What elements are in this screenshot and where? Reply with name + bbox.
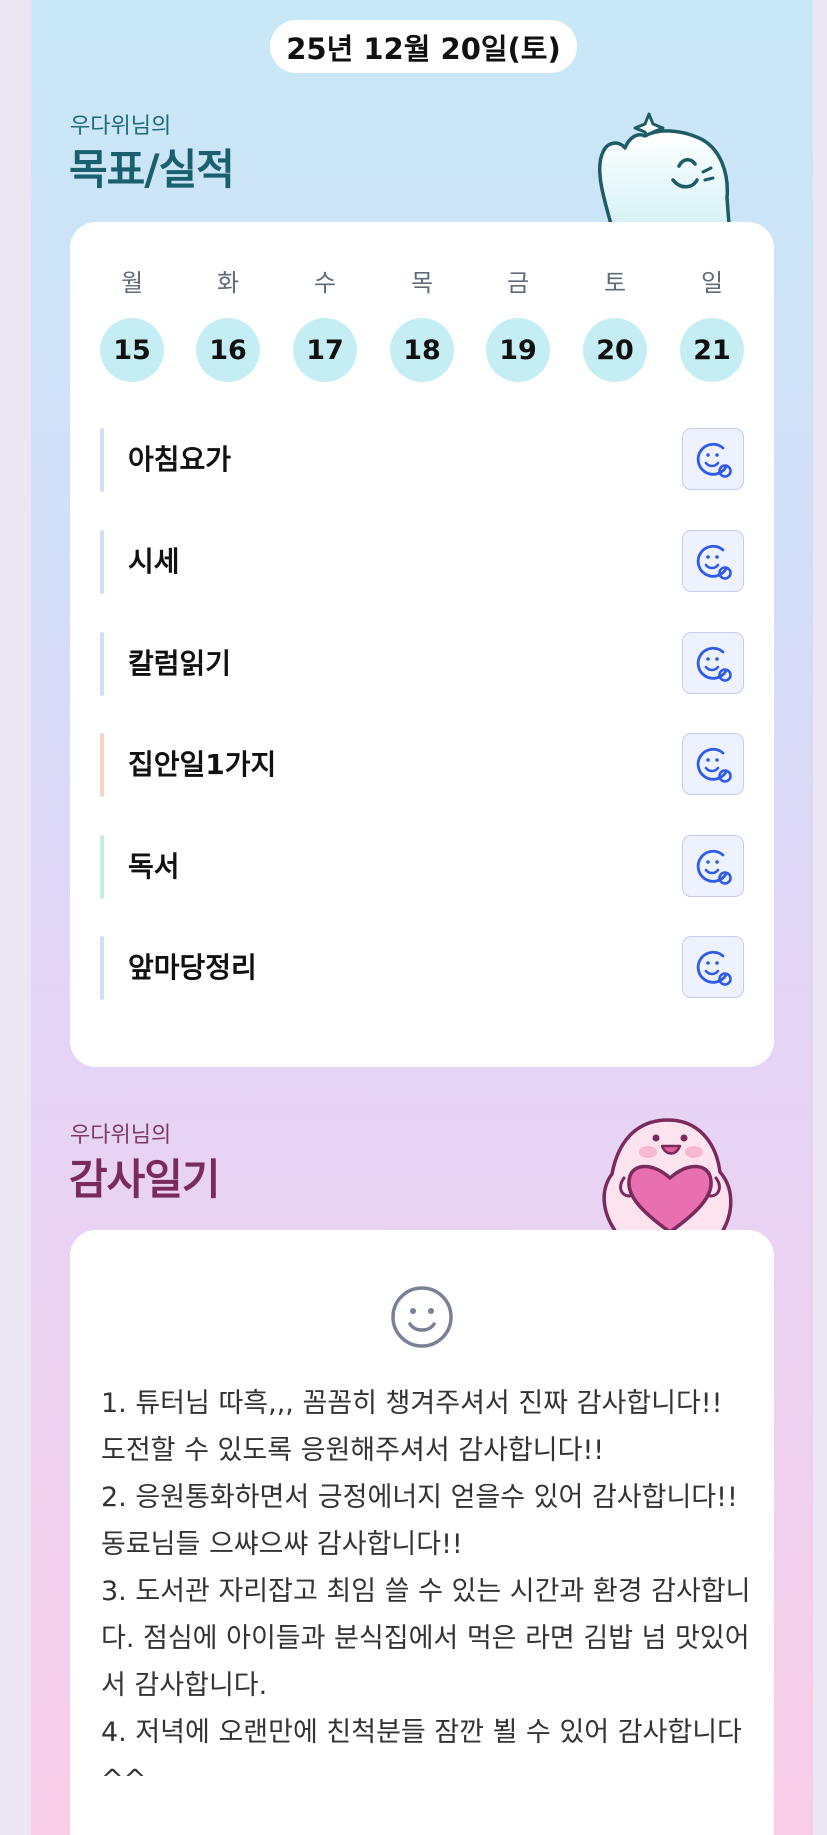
goal-check-button[interactable] xyxy=(682,428,744,490)
gratitude-entry: 2. 응원통화하면서 긍정에너지 얻을수 있어 감사합니다!! 동료님들 으쌰으… xyxy=(101,1482,738,1560)
goal-color-bar xyxy=(100,936,104,1000)
week-strip: 월 15 화 16 수 17 목 18 금 19 토 20 일 21 xyxy=(100,268,744,382)
smiley-plus-icon xyxy=(696,849,732,885)
goal-card: 월 15 화 16 수 17 목 18 금 19 토 20 일 21 아침요가 … xyxy=(70,222,774,1067)
day-name: 금 xyxy=(506,269,530,297)
smiley-plus-icon xyxy=(696,646,732,682)
gratitude-entry: 4. 저녁에 오랜만에 친척분들 잠깐 뵐 수 있어 감사합니다^^ xyxy=(101,1717,742,1795)
goal-label: 시세 xyxy=(128,545,180,578)
heart-mascot-icon xyxy=(602,1118,733,1232)
gratitude-text: 1. 튜터님 따흑,,, 꼼꼼히 챙겨주셔서 진짜 감사합니다!! 도전할 수 … xyxy=(101,1380,751,1803)
goal-row: 칼럼읽기 xyxy=(100,632,744,696)
goal-label: 앞마당정리 xyxy=(128,951,257,984)
gratitude-section-owner: 우다위님의 xyxy=(70,1123,172,1148)
day-number[interactable]: 16 xyxy=(196,318,260,382)
day-name: 월 xyxy=(120,269,144,297)
smiley-plus-icon xyxy=(696,544,732,580)
day-number[interactable]: 20 xyxy=(583,318,647,382)
day-name: 수 xyxy=(313,269,337,297)
gratitude-section-title: 감사일기 xyxy=(69,1155,221,1204)
smiley-plus-icon xyxy=(696,950,732,986)
goal-color-bar xyxy=(100,428,104,492)
day-column[interactable]: 토 20 xyxy=(583,268,647,382)
day-column[interactable]: 수 17 xyxy=(293,268,357,382)
day-name: 화 xyxy=(216,269,240,297)
smiley-plus-icon xyxy=(696,442,732,478)
day-number[interactable]: 15 xyxy=(100,318,164,382)
goal-color-bar xyxy=(100,530,104,594)
goal-check-button[interactable] xyxy=(682,835,744,897)
goal-label: 아침요가 xyxy=(128,443,232,476)
day-column[interactable]: 화 16 xyxy=(196,268,260,382)
goal-row: 독서 xyxy=(100,835,744,899)
app-screen: 25년 12월 20일(토) 우다위님의 목표/실적 월 15 화 16 수 1… xyxy=(31,0,813,1835)
date-pill[interactable]: 25년 12월 20일(토) xyxy=(270,20,577,73)
goal-section-title: 목표/실적 xyxy=(69,145,235,194)
goal-row: 아침요가 xyxy=(100,428,744,492)
gratitude-entry: 1. 튜터님 따흑,,, 꼼꼼히 챙겨주셔서 진짜 감사합니다!! 도전할 수 … xyxy=(101,1388,723,1466)
day-number[interactable]: 21 xyxy=(680,318,744,382)
day-name: 토 xyxy=(603,269,627,297)
ghost-mascot-icon xyxy=(597,112,731,224)
smiley-plus-icon xyxy=(696,747,732,783)
gratitude-entry: 3. 도서관 자리잡고 최임 쓸 수 있는 시간과 환경 감사합니다. 점심에 … xyxy=(101,1576,751,1701)
day-column[interactable]: 금 19 xyxy=(486,268,550,382)
day-column[interactable]: 월 15 xyxy=(100,268,164,382)
day-column[interactable]: 목 18 xyxy=(390,268,454,382)
goal-color-bar xyxy=(100,733,104,797)
day-name: 목 xyxy=(410,269,434,297)
goal-check-button[interactable] xyxy=(682,936,744,998)
goal-check-button[interactable] xyxy=(682,632,744,694)
goal-label: 집안일1가지 xyxy=(128,748,277,781)
goal-label: 칼럼읽기 xyxy=(128,647,232,680)
gratitude-card: 1. 튜터님 따흑,,, 꼼꼼히 챙겨주셔서 진짜 감사합니다!! 도전할 수 … xyxy=(70,1230,774,1835)
day-number[interactable]: 19 xyxy=(486,318,550,382)
goal-row: 앞마당정리 xyxy=(100,936,744,1000)
day-column[interactable]: 일 21 xyxy=(680,268,744,382)
goal-color-bar xyxy=(100,835,104,899)
day-name: 일 xyxy=(700,269,724,297)
goal-row: 시세 xyxy=(100,530,744,594)
day-number[interactable]: 18 xyxy=(390,318,454,382)
smiley-icon xyxy=(391,1286,453,1348)
date-label: 25년 12월 20일(토) xyxy=(286,31,561,66)
goal-label: 독서 xyxy=(128,850,180,883)
goal-row: 집안일1가지 xyxy=(100,733,744,797)
goal-color-bar xyxy=(100,632,104,696)
goal-check-button[interactable] xyxy=(682,733,744,795)
day-number[interactable]: 17 xyxy=(293,318,357,382)
goal-check-button[interactable] xyxy=(682,530,744,592)
